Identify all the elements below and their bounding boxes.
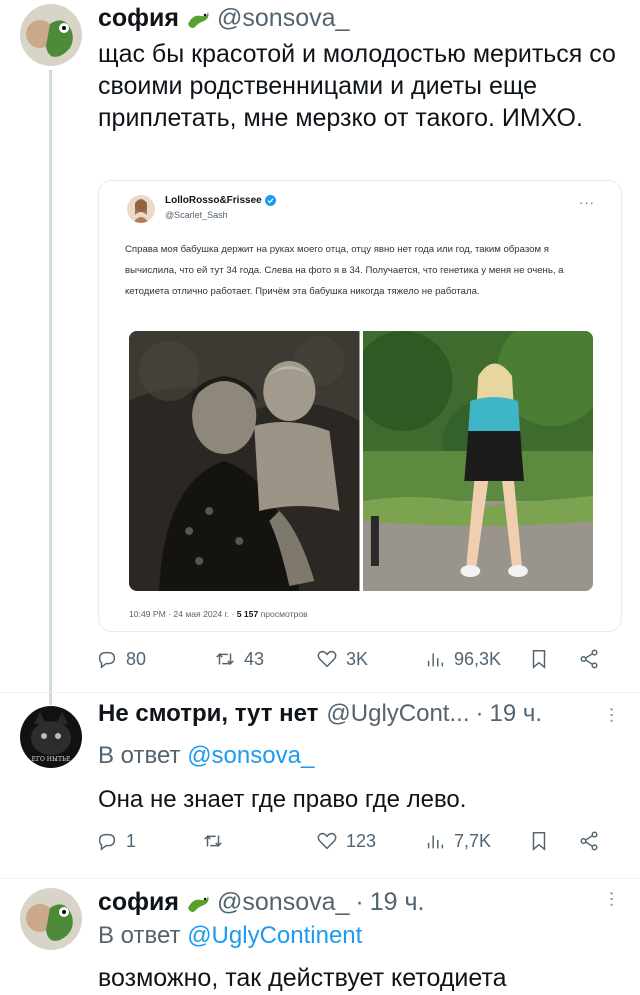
thread-line (49, 70, 52, 705)
verified-badge-icon (264, 195, 276, 206)
tweet-header: софия @sonsova_ · 19 ч. (98, 888, 424, 917)
quoted-meta: 10:49 PM · 24 мая 2024 г. · 5 157 просмо… (129, 609, 308, 619)
retweet-button[interactable]: 43 (214, 648, 264, 670)
share-icon (580, 649, 598, 669)
views-button[interactable]: 96,3K (424, 648, 501, 670)
user-handle[interactable]: @sonsova_ (217, 4, 349, 33)
retweet-button[interactable] (202, 830, 232, 852)
quoted-tweet[interactable]: LolloRosso&Frissee @Scarlet_Sash ··· Спр… (98, 180, 622, 632)
bookmark-button[interactable] (528, 648, 550, 670)
reply-icon (98, 651, 116, 669)
user-handle[interactable]: @UglyCont... (326, 700, 469, 728)
photo-woman[interactable] (362, 331, 593, 591)
photo-grandmother[interactable] (129, 331, 360, 591)
tweet-header: софия @sonsova_ (98, 4, 349, 33)
reply-to: В ответ @UglyContinent (98, 922, 363, 949)
avatar[interactable] (20, 888, 82, 950)
reply-button[interactable]: 1 (96, 830, 136, 852)
views-button[interactable]: 7,7K (424, 830, 491, 852)
retweet-icon (216, 652, 234, 666)
views-icon (427, 653, 444, 667)
quoted-avatar[interactable] (127, 195, 155, 223)
reply-icon (98, 833, 116, 851)
tweet-text: Она не знает где право где лево. (98, 786, 467, 813)
share-button[interactable] (578, 648, 600, 670)
tweet-text: возможно, так действует кетодиета (98, 964, 507, 992)
heart-icon (317, 650, 337, 668)
avatar[interactable]: ЕГО НЫТЬЕ (20, 706, 82, 768)
separator-dot: · (355, 888, 364, 916)
display-name[interactable]: софия (98, 888, 179, 917)
reply-to: В ответ @sonsova_ (98, 742, 315, 769)
action-bar: 80 43 3K 96,3K (90, 648, 620, 678)
tweet-2[interactable]: ЕГО НЫТЬЕ Не смотри, тут нет @UglyCont..… (0, 692, 640, 880)
lizard-icon (188, 11, 209, 28)
bookmark-icon (532, 650, 546, 669)
quoted-text: Справа моя бабушка держит на руках моего… (125, 244, 564, 297)
share-icon (580, 831, 598, 851)
tweet-1[interactable]: софия @sonsova_ щас бы красотой и молодо… (0, 0, 640, 705)
tweet-header: Не смотри, тут нет @UglyCont... · 19 ч. (98, 700, 542, 728)
lizard-icon (188, 895, 209, 912)
heart-icon (317, 832, 337, 850)
like-button[interactable]: 123 (316, 830, 376, 852)
quoted-display-name[interactable]: LolloRosso&Frissee (165, 195, 276, 206)
reply-button[interactable]: 80 (96, 648, 146, 670)
reply-mention[interactable]: @sonsova_ (187, 742, 314, 769)
svg-text:ЕГО НЫТЬЕ: ЕГО НЫТЬЕ (32, 756, 71, 763)
retweet-icon (204, 834, 222, 848)
quoted-photos[interactable] (129, 331, 593, 591)
views-icon (427, 835, 444, 849)
display-name[interactable]: софия (98, 4, 179, 33)
timestamp[interactable]: 19 ч. (489, 700, 542, 728)
tweet-text: щас бы красотой и молодостью мериться со… (98, 40, 616, 132)
bookmark-button[interactable] (528, 830, 550, 852)
bookmark-icon (532, 832, 546, 851)
quoted-handle[interactable]: @Scarlet_Sash (165, 210, 228, 220)
tweet-3[interactable]: софия @sonsova_ · 19 ч. ··· В ответ @Ugl… (0, 878, 640, 995)
separator-dot: · (475, 700, 484, 727)
share-button[interactable] (578, 830, 600, 852)
quoted-more-icon[interactable]: ··· (579, 195, 595, 210)
more-icon[interactable]: ··· (600, 890, 623, 907)
display-name[interactable]: Не смотри, тут нет (98, 700, 318, 728)
avatar[interactable] (20, 4, 82, 66)
user-handle[interactable]: @sonsova_ (217, 888, 349, 917)
views-count: 5 157 (236, 609, 259, 619)
timestamp[interactable]: 19 ч. (370, 888, 425, 917)
more-icon[interactable]: ··· (600, 706, 623, 723)
like-button[interactable]: 3K (316, 648, 368, 670)
reply-mention[interactable]: @UglyContinent (187, 922, 362, 949)
action-bar: 1 123 7,7K (90, 830, 620, 860)
